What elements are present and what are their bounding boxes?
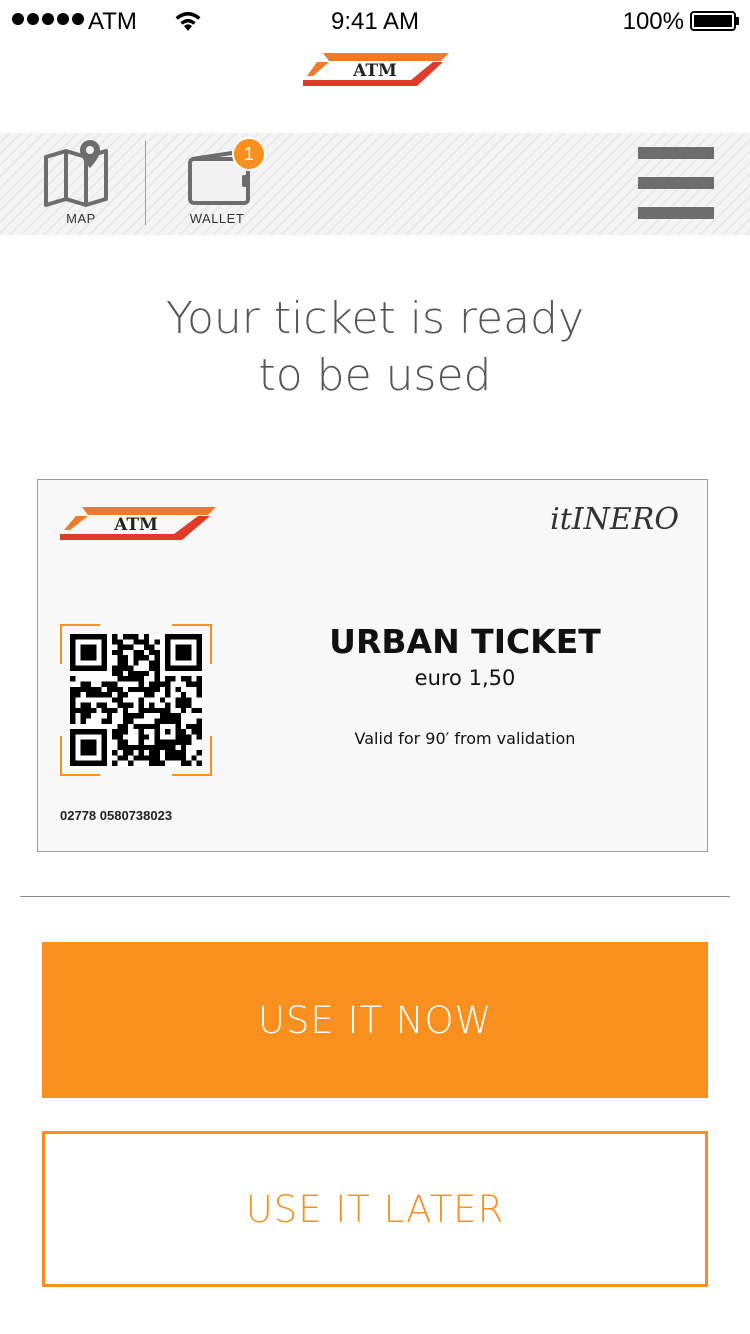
ticket-atm-logo: ATM <box>60 507 216 540</box>
ticket-serial-number: 02778 0580738023 <box>60 808 173 823</box>
toolbar: MAP 1 WALLET <box>0 133 750 235</box>
use-it-now-button[interactable]: USE IT NOW <box>42 942 708 1098</box>
map-icon <box>44 140 108 207</box>
toolbar-divider <box>145 141 146 225</box>
ticket-card[interactable]: ATM itINERO 02778 0580738023 URBAN TICKE… <box>37 479 708 852</box>
hamburger-menu-icon[interactable] <box>638 147 714 219</box>
wallet-label: WALLET <box>189 211 245 226</box>
use-it-later-button[interactable]: USE IT LATER <box>42 1131 708 1287</box>
battery-icon <box>690 11 739 31</box>
map-label: MAP <box>66 211 96 226</box>
ticket-validity: Valid for 90′ from validation <box>354 729 576 748</box>
divider <box>20 896 730 897</box>
wallet-button[interactable]: 1 WALLET <box>170 133 266 235</box>
page-title: Your ticket is ready to be used <box>0 290 750 404</box>
ticket-brand-logo: itINERO <box>550 502 679 537</box>
svg-text:ATM: ATM <box>352 61 397 81</box>
page-title-line1: Your ticket is ready <box>165 293 585 344</box>
wallet-badge: 1 <box>232 137 266 171</box>
map-button[interactable]: MAP <box>34 133 128 235</box>
battery-percent: 100% <box>622 8 684 35</box>
ticket-price: euro 1,50 <box>414 666 516 690</box>
ticket-name: URBAN TICKET <box>329 622 601 661</box>
svg-text:ATM: ATM <box>113 515 158 535</box>
qr-code <box>70 634 202 766</box>
atm-logo: ATM <box>303 53 449 86</box>
qr-code-frame <box>60 624 212 776</box>
page-title-line2: to be used <box>258 350 492 401</box>
status-bar: ATM 9:41 AM 100% <box>0 0 750 44</box>
